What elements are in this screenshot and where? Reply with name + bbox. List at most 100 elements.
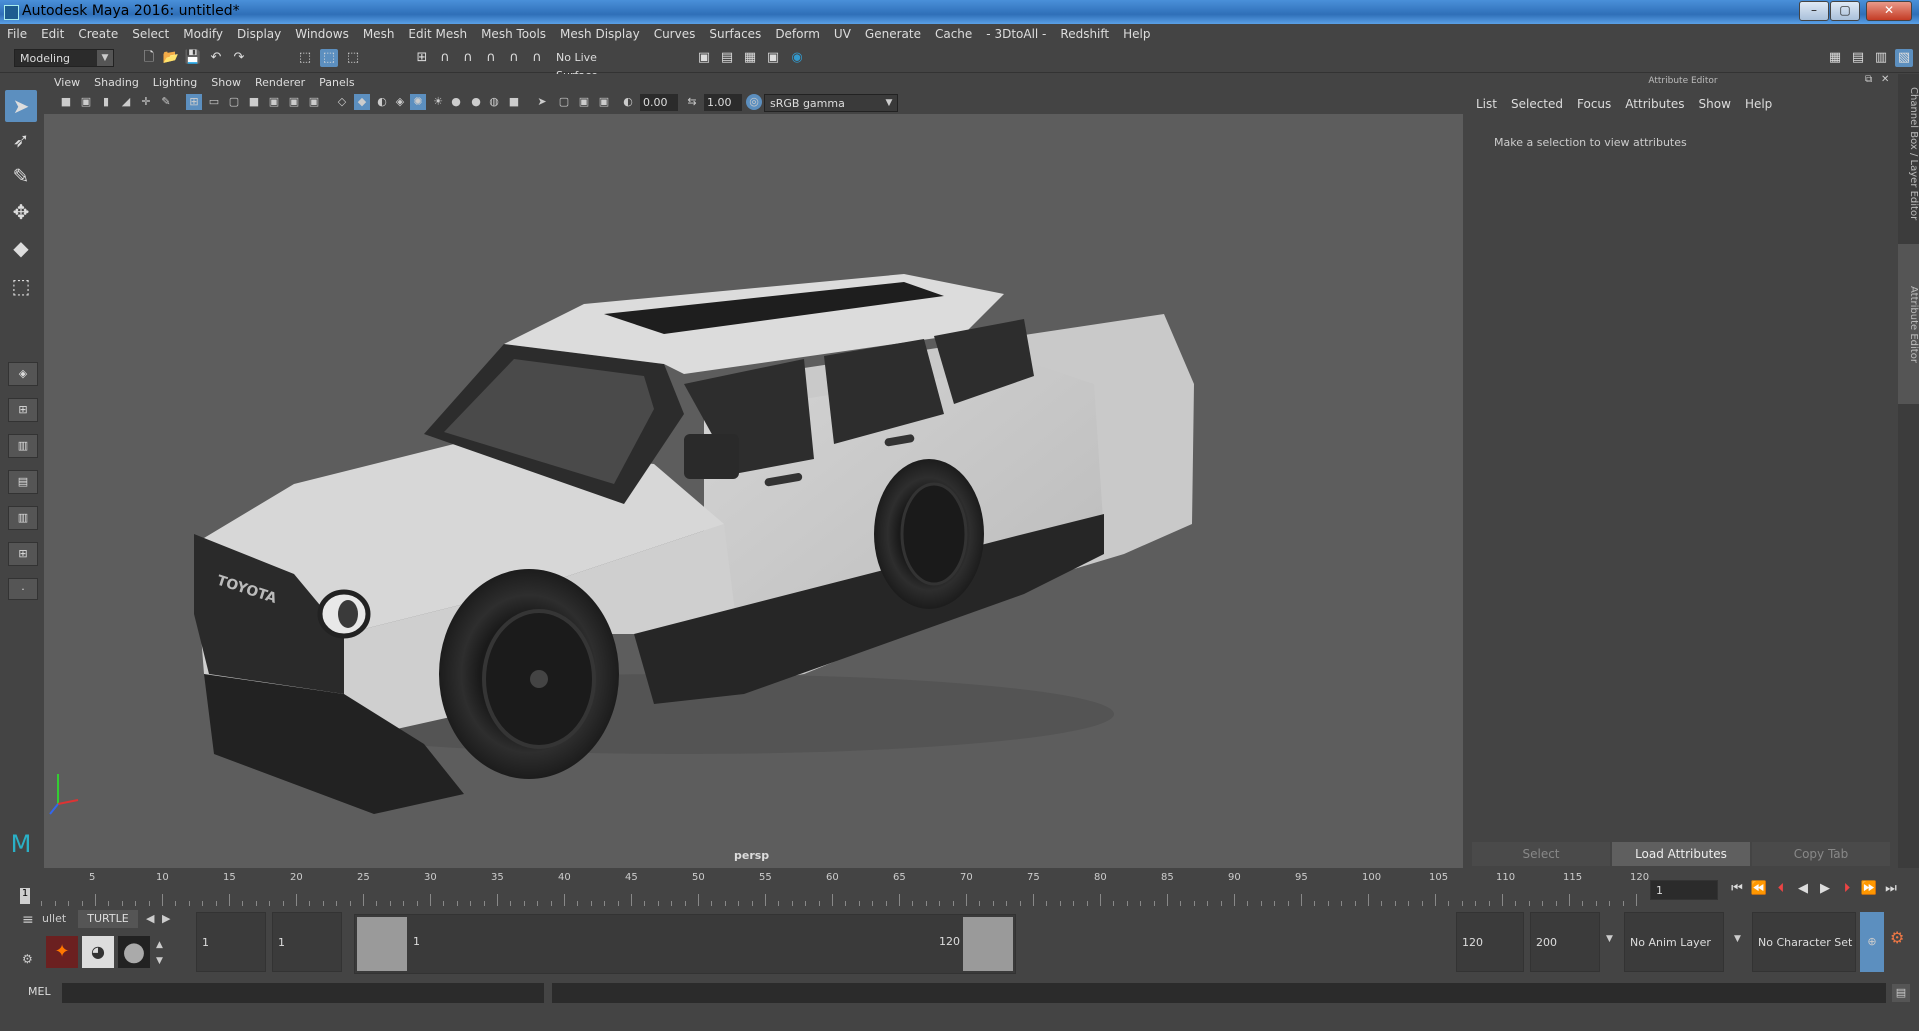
bookmark-icon[interactable]: ▮	[98, 94, 114, 110]
menuset-dropdown[interactable]: Modeling ▼	[14, 49, 114, 67]
snap-live-icon[interactable]: ∩	[528, 49, 546, 67]
menu-3dtoall[interactable]: - 3DtoAll -	[979, 24, 1053, 44]
animation-start-field[interactable]: 1	[196, 912, 266, 972]
shelf-settings-icon[interactable]: ⚙	[22, 952, 33, 966]
use-all-lights-icon[interactable]: ✺	[410, 94, 426, 110]
lasso-tool-icon[interactable]: ➶	[5, 124, 37, 156]
chevron-down-icon[interactable]: ▼	[1734, 934, 1741, 944]
playback-end-field[interactable]: 120	[1456, 912, 1524, 972]
safe-title-icon[interactable]: ▣	[306, 94, 322, 110]
ae-menu-show[interactable]: Show	[1692, 94, 1738, 114]
menu-cache[interactable]: Cache	[928, 24, 979, 44]
menu-mesh-display[interactable]: Mesh Display	[553, 24, 647, 44]
isolate-select-icon[interactable]: ➤	[534, 94, 550, 110]
script-language-label[interactable]: MEL	[28, 985, 51, 998]
menu-windows[interactable]: Windows	[288, 24, 356, 44]
ae-menu-focus[interactable]: Focus	[1570, 94, 1618, 114]
toolbox-collapse-icon[interactable]: ·	[8, 578, 38, 600]
exposure-icon[interactable]: ◐	[620, 94, 636, 110]
menu-mesh[interactable]: Mesh	[356, 24, 402, 44]
gamma-icon[interactable]: ⇆	[684, 94, 700, 110]
modeling-toolkit-icon[interactable]: ▦	[1826, 49, 1844, 67]
outliner-toggle-icon[interactable]: ▥	[1872, 49, 1890, 67]
four-view-layout-icon[interactable]: ⊞	[8, 398, 38, 422]
go-to-start-icon[interactable]: ⏮	[1728, 880, 1746, 898]
xray-joints-icon[interactable]: ▣	[576, 94, 592, 110]
camera-attributes-icon[interactable]: ▣	[78, 94, 94, 110]
close-panel-icon[interactable]: ✕	[1881, 74, 1889, 85]
float-panel-icon[interactable]: ⧉	[1865, 74, 1872, 85]
channel-box-tab[interactable]: Channel Box / Layer Editor	[1898, 84, 1919, 224]
gamma-field[interactable]: 1.00	[704, 94, 742, 111]
depth-of-field-icon[interactable]: ■	[506, 94, 522, 110]
panel-menu-shading[interactable]: Shading	[87, 74, 146, 92]
select-hierarchy-icon[interactable]: ⬚	[296, 49, 314, 67]
panel-menu-panels[interactable]: Panels	[312, 74, 361, 92]
live-surface-field[interactable]: No Live Surface	[551, 49, 641, 82]
grid-toggle-icon[interactable]: ⊞	[186, 94, 202, 110]
shelf-scroll-left-icon[interactable]: ◀	[146, 912, 154, 925]
range-start-handle[interactable]	[357, 917, 407, 971]
menu-create[interactable]: Create	[71, 24, 125, 44]
field-chart-icon[interactable]: ▣	[266, 94, 282, 110]
menu-select[interactable]: Select	[125, 24, 176, 44]
snap-surface-icon[interactable]: ∩	[505, 49, 523, 67]
turtle-sphere-icon[interactable]: ●	[118, 936, 150, 968]
shelf-scroll-right-icon[interactable]: ▶	[162, 912, 170, 925]
menu-surfaces[interactable]: Surfaces	[702, 24, 768, 44]
chevron-down-icon[interactable]: ▼	[1606, 934, 1613, 944]
menu-redshift[interactable]: Redshift	[1053, 24, 1116, 44]
shelf-scroll-up-icon[interactable]: ▲	[156, 940, 163, 950]
step-back-key-icon[interactable]: ⏪	[1750, 880, 1768, 898]
ae-menu-help[interactable]: Help	[1738, 94, 1779, 114]
grease-pencil-icon[interactable]: ✎	[158, 94, 174, 110]
gate-mask-icon[interactable]: ■	[246, 94, 262, 110]
render-settings-icon[interactable]: ▣	[764, 49, 782, 67]
paint-select-tool-icon[interactable]: ✎	[5, 160, 37, 192]
render-frame-icon[interactable]: ▤	[718, 49, 736, 67]
anim-layer-dropdown[interactable]: No Anim Layer	[1624, 912, 1724, 972]
animation-preferences-icon[interactable]: ⚙	[1890, 928, 1904, 947]
menu-mesh-tools[interactable]: Mesh Tools	[474, 24, 553, 44]
new-scene-icon[interactable]: 🗋	[140, 49, 158, 67]
select-object-icon[interactable]: ⬚	[320, 49, 338, 67]
range-end-handle[interactable]	[963, 917, 1013, 971]
go-to-end-icon[interactable]: ⏭	[1882, 880, 1900, 898]
resolution-gate-icon[interactable]: ▢	[226, 94, 242, 110]
select-button[interactable]: Select	[1472, 842, 1610, 866]
wireframe-icon[interactable]: ◇	[334, 94, 350, 110]
turtle-render-icon[interactable]: ✦	[46, 936, 78, 968]
scale-tool-icon[interactable]: ⬚	[5, 270, 37, 302]
exposure-field[interactable]: 0.00	[640, 94, 678, 111]
time-ruler[interactable]: 1 5 10 15 20 25 30 35 40 45 50 55 60 65 70 75 80 85 90 95 1…	[20, 870, 1649, 907]
current-frame-marker[interactable]: 1	[20, 888, 30, 904]
shelf-menu-icon[interactable]: ≡	[22, 912, 34, 928]
open-scene-icon[interactable]: 📂	[162, 49, 180, 67]
xray-icon[interactable]: ▢	[556, 94, 572, 110]
menu-uv[interactable]: UV	[827, 24, 858, 44]
character-set-dropdown[interactable]: No Character Set	[1752, 912, 1856, 972]
select-tool-icon[interactable]: ➤	[5, 90, 37, 122]
playback-start-field[interactable]: 1	[272, 912, 342, 972]
perspective-viewport[interactable]: TOYOTA persp	[44, 114, 1463, 868]
render-view-icon[interactable]: ▣	[695, 49, 713, 67]
minimize-button[interactable]: –	[1799, 1, 1829, 21]
panel-menu-renderer[interactable]: Renderer	[248, 74, 312, 92]
ae-menu-selected[interactable]: Selected	[1504, 94, 1570, 114]
play-forwards-icon[interactable]: ▶	[1816, 880, 1834, 898]
persp-outliner-layout-icon[interactable]: ▥	[8, 434, 38, 458]
attribute-editor-tab[interactable]: Attribute Editor	[1898, 244, 1919, 404]
load-attributes-button[interactable]: Load Attributes	[1612, 842, 1750, 866]
step-back-frame-icon[interactable]: ⏴	[1772, 880, 1790, 898]
multisample-aa-icon[interactable]: ◍	[486, 94, 502, 110]
shelf-tab-turtle[interactable]: TURTLE	[78, 910, 138, 928]
menu-help[interactable]: Help	[1116, 24, 1157, 44]
snap-view-icon[interactable]: ∩	[482, 49, 500, 67]
motion-blur-icon[interactable]: ●	[468, 94, 484, 110]
smooth-shade-icon[interactable]: ◆	[354, 94, 370, 110]
menu-edit-mesh[interactable]: Edit Mesh	[401, 24, 474, 44]
xray-components-icon[interactable]: ▣	[596, 94, 612, 110]
menu-generate[interactable]: Generate	[858, 24, 928, 44]
step-forward-frame-icon[interactable]: ⏵	[1838, 880, 1856, 898]
menu-modify[interactable]: Modify	[176, 24, 230, 44]
